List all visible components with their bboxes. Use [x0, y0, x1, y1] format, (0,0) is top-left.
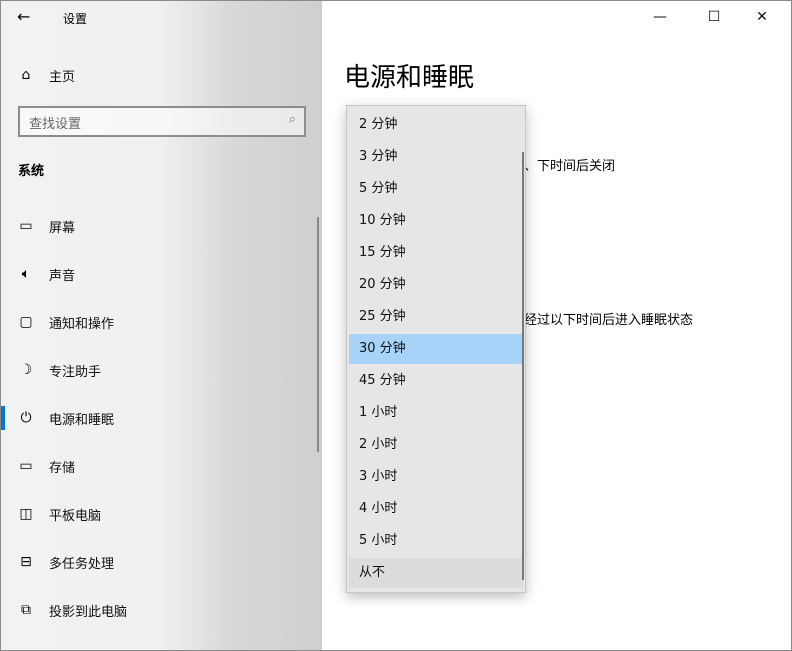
- sidebar-item-power-sleep[interactable]: ⏻ 电源和睡眠: [1, 398, 321, 438]
- item-label: 通知和操作: [49, 316, 115, 332]
- minimize-icon[interactable]: —: [637, 1, 683, 33]
- dropdown-option[interactable]: 25 分钟: [349, 302, 523, 332]
- sidebar-item-focus-assist[interactable]: ☽ 专注助手: [1, 350, 321, 390]
- item-label: 平板电脑: [49, 508, 102, 524]
- sidebar-item-storage[interactable]: ▭ 存储: [1, 446, 321, 486]
- item-label: 存储: [49, 460, 76, 476]
- dropdown-option[interactable]: 30 分钟: [349, 334, 523, 364]
- page-title: 电源和睡眠: [344, 63, 475, 93]
- back-arrow-icon[interactable]: ←: [17, 7, 30, 26]
- search-placeholder: 查找设置: [29, 117, 82, 132]
- power-icon: ⏻: [20, 410, 32, 426]
- dropdown-option[interactable]: 1 小时: [349, 398, 523, 428]
- dropdown-option[interactable]: 15 分钟: [349, 238, 523, 268]
- dropdown-option[interactable]: 从不: [349, 558, 523, 588]
- dropdown-option[interactable]: 45 分钟: [349, 366, 523, 396]
- sidebar-item-project[interactable]: ⧉ 投影到此电脑: [1, 590, 321, 630]
- screen-timeout-label: 、下时间后关闭: [524, 159, 616, 174]
- dropdown-option[interactable]: 5 分钟: [349, 174, 523, 204]
- timeout-dropdown-list[interactable]: 2 分钟 3 分钟 5 分钟 10 分钟 15 分钟 20 分钟 25 分钟 30 分钟 45 …: [346, 105, 526, 593]
- item-label: 专注助手: [49, 364, 102, 380]
- sidebar-home[interactable]: ⌂ 主页: [1, 55, 321, 95]
- dropdown-option[interactable]: 10 分钟: [349, 206, 523, 236]
- dropdown-option[interactable]: 20 分钟: [349, 270, 523, 300]
- search-icon[interactable]: ⌕: [289, 112, 296, 127]
- section-heading: 系统: [18, 164, 45, 179]
- notification-icon: ▢: [19, 314, 33, 330]
- moon-icon: ☽: [19, 362, 33, 378]
- dropdown-option[interactable]: 3 分钟: [349, 142, 523, 172]
- sleep-timeout-label: 经过以下时间后进入睡眠状态: [524, 313, 694, 328]
- multitask-icon: ⊟: [20, 554, 32, 570]
- sidebar-item-tablet[interactable]: ◫ 平板电脑: [1, 494, 321, 534]
- sidebar-item-notifications[interactable]: ▢ 通知和操作: [1, 302, 321, 342]
- dropdown-option[interactable]: 3 小时: [349, 462, 523, 492]
- settings-window: ← 设置 ⌂ 主页 查找设置 ⌕ 系统 ▭ 屏幕 🔈︎ 声音 ▢ 通知和操作 ☽ 专注助…: [0, 0, 792, 651]
- sidebar-item-multitasking[interactable]: ⊟ 多任务处理: [1, 542, 321, 582]
- dropdown-option[interactable]: 4 小时: [349, 494, 523, 524]
- tablet-icon: ◫: [19, 506, 33, 522]
- sidebar: ← 设置 ⌂ 主页 查找设置 ⌕ 系统 ▭ 屏幕 🔈︎ 声音 ▢ 通知和操作 ☽ 专注助…: [1, 1, 322, 650]
- sidebar-item-sound[interactable]: 🔈︎ 声音: [1, 254, 321, 294]
- dropdown-scrollbar[interactable]: [522, 152, 524, 580]
- item-label: 屏幕: [49, 220, 76, 236]
- speaker-icon: 🔈︎: [21, 266, 31, 282]
- item-label: 电源和睡眠: [49, 412, 115, 428]
- close-icon[interactable]: ✕: [739, 1, 785, 33]
- sidebar-scrollbar[interactable]: [317, 217, 319, 452]
- dropdown-option[interactable]: 5 小时: [349, 526, 523, 556]
- home-label: 主页: [49, 69, 76, 85]
- dropdown-option[interactable]: 2 小时: [349, 430, 523, 460]
- monitor-icon: ▭: [19, 218, 33, 234]
- window-title: 设置: [63, 12, 88, 26]
- project-icon: ⧉: [21, 602, 31, 618]
- maximize-icon[interactable]: ☐: [691, 1, 737, 33]
- home-icon: ⌂: [21, 67, 31, 83]
- item-label: 声音: [49, 268, 76, 284]
- sidebar-item-display[interactable]: ▭ 屏幕: [1, 206, 321, 246]
- dropdown-option[interactable]: 2 分钟: [349, 110, 523, 140]
- search-input[interactable]: 查找设置 ⌕: [18, 106, 306, 137]
- item-label: 多任务处理: [49, 556, 115, 572]
- storage-icon: ▭: [19, 458, 33, 474]
- item-label: 投影到此电脑: [49, 604, 128, 620]
